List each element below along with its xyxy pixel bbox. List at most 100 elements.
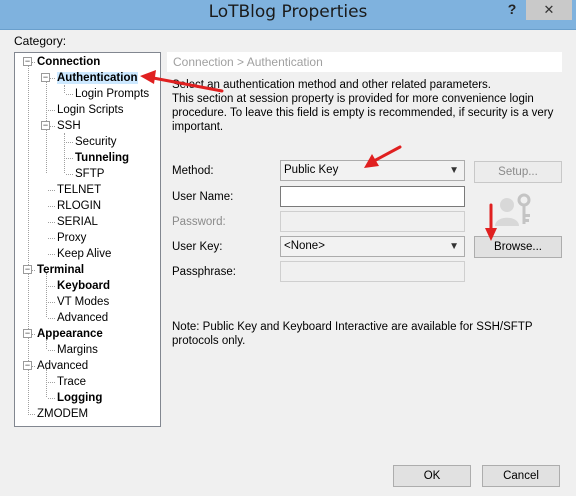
- tree-item-label: Advanced: [37, 360, 89, 372]
- tree-connector: [66, 158, 73, 159]
- chevron-down-icon: ▼: [449, 241, 459, 252]
- tree-item-label: SSH: [57, 120, 81, 132]
- tree-item-label: SFTP: [75, 168, 105, 180]
- chevron-down-icon: ▼: [449, 165, 459, 176]
- tree-item-label: Tunneling: [75, 152, 130, 164]
- passphrase-input[interactable]: [280, 261, 465, 282]
- tree-item[interactable]: RLOGIN: [57, 198, 101, 214]
- tree-connector: [48, 382, 55, 383]
- tree-connector: [66, 142, 73, 143]
- tree-item-label: Terminal: [37, 264, 85, 276]
- section-description: Select an authentication method and othe…: [172, 78, 562, 134]
- password-input[interactable]: [280, 211, 465, 232]
- tree-item[interactable]: TELNET: [57, 182, 101, 198]
- method-label: Method:: [172, 165, 214, 177]
- tree-item-label: Connection: [37, 56, 101, 68]
- category-tree[interactable]: − Connection − Authentication Login Prompts L…: [14, 52, 161, 427]
- tree-item[interactable]: Margins: [57, 342, 98, 358]
- userkey-value: <None>: [284, 240, 325, 252]
- tree-connector: [48, 286, 55, 287]
- username-label: User Name:: [172, 191, 234, 203]
- tree-item[interactable]: SFTP: [75, 166, 104, 182]
- tree-connector: [48, 190, 55, 191]
- properties-dialog: LoTBlog Properties ? ✕ Category: − Connec…: [0, 0, 576, 496]
- username-input[interactable]: [280, 186, 465, 207]
- method-select[interactable]: Public Key ▼: [280, 160, 465, 181]
- userkey-select[interactable]: <None> ▼: [280, 236, 465, 257]
- cancel-button[interactable]: Cancel: [482, 465, 560, 487]
- tree-item[interactable]: ZMODEM: [37, 406, 88, 422]
- tree-expander[interactable]: −: [23, 57, 32, 66]
- tree-item[interactable]: Login Prompts: [75, 86, 149, 102]
- tree-expander[interactable]: −: [23, 265, 32, 274]
- tree-item[interactable]: Terminal: [37, 262, 84, 278]
- tree-item-label: ZMODEM: [37, 408, 89, 420]
- description-line-1: Select an authentication method and othe…: [172, 79, 492, 91]
- tree-item[interactable]: Proxy: [57, 230, 86, 246]
- browse-button[interactable]: Browse...: [474, 236, 562, 258]
- title-bar: LoTBlog Properties ? ✕: [0, 0, 576, 30]
- tree-item-label: Trace: [57, 376, 86, 388]
- tree-connector: [48, 206, 55, 207]
- tree-item[interactable]: SERIAL: [57, 214, 98, 230]
- tree-item[interactable]: Tunneling: [75, 150, 129, 166]
- tree-connector: [48, 254, 55, 255]
- tree-expander[interactable]: −: [23, 329, 32, 338]
- tree-item[interactable]: Login Scripts: [57, 102, 123, 118]
- tree-item[interactable]: Advanced: [37, 358, 88, 374]
- tree-item[interactable]: Authentication: [57, 70, 138, 86]
- section-breadcrumb: Connection > Authentication: [167, 52, 562, 72]
- tree-item[interactable]: Appearance: [37, 326, 103, 342]
- tree-item-label: SERIAL: [57, 216, 98, 228]
- tree-guide-line: [64, 85, 65, 93]
- tree-guide-line: [46, 273, 47, 317]
- tree-item[interactable]: Trace: [57, 374, 86, 390]
- window-title: LoTBlog Properties: [208, 2, 368, 22]
- close-icon: ✕: [543, 2, 555, 17]
- tree-item[interactable]: Logging: [57, 390, 102, 406]
- tree-item[interactable]: Keep Alive: [57, 246, 111, 262]
- category-label: Category:: [14, 34, 67, 48]
- help-button[interactable]: ?: [500, 0, 524, 20]
- tree-item-label: Login Scripts: [57, 104, 124, 116]
- tree-item[interactable]: Security: [75, 134, 117, 150]
- tree-connector: [48, 302, 55, 303]
- tree-connector: [48, 350, 55, 351]
- tree-connector: [66, 174, 73, 175]
- tree-connector: [48, 110, 55, 111]
- tree-item[interactable]: SSH: [57, 118, 81, 134]
- setup-button[interactable]: Setup...: [474, 161, 562, 183]
- tree-item-label: Advanced: [57, 312, 109, 324]
- tree-item-label: VT Modes: [57, 296, 110, 308]
- tree-item-label: Login Prompts: [75, 88, 150, 100]
- tree-item-label: Appearance: [37, 328, 103, 340]
- tree-expander[interactable]: −: [23, 361, 32, 370]
- tree-item[interactable]: Connection: [37, 54, 100, 70]
- tree-item[interactable]: VT Modes: [57, 294, 109, 310]
- description-line-2: This section at session property is prov…: [172, 93, 554, 133]
- tree-connector: [28, 414, 35, 415]
- tree-item[interactable]: Advanced: [57, 310, 108, 326]
- tree-connector: [48, 318, 55, 319]
- tree-item-label: Logging: [57, 392, 103, 404]
- tree-connector: [48, 398, 55, 399]
- tree-connector: [66, 94, 73, 95]
- tree-item-label: Margins: [57, 344, 98, 356]
- tree-connector: [48, 238, 55, 239]
- tree-expander[interactable]: −: [41, 121, 50, 130]
- ok-button[interactable]: OK: [393, 465, 471, 487]
- tree-item-label: Keep Alive: [57, 248, 112, 260]
- tree-item-label: TELNET: [57, 184, 102, 196]
- password-label: Password:: [172, 216, 226, 228]
- userkey-label: User Key:: [172, 241, 223, 253]
- tree-item-label: RLOGIN: [57, 200, 102, 212]
- tree-item[interactable]: Keyboard: [57, 278, 110, 294]
- passphrase-label: Passphrase:: [172, 266, 236, 278]
- tree-expander[interactable]: −: [41, 73, 50, 82]
- tree-item-label: Proxy: [57, 232, 87, 244]
- tree-item-label: Authentication: [57, 72, 138, 84]
- tree-item-label: Security: [75, 136, 117, 148]
- user-key-icon: [495, 193, 531, 226]
- close-button[interactable]: ✕: [526, 0, 572, 20]
- tree-connector: [48, 222, 55, 223]
